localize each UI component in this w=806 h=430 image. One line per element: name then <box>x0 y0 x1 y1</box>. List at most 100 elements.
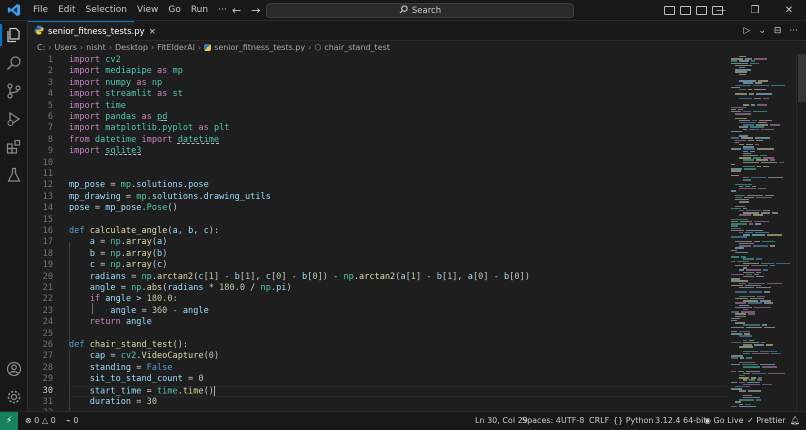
code-token: (): <box>172 340 189 350</box>
scrollbar-thumb[interactable] <box>798 54 806 102</box>
code-line[interactable]: 31 duration = 30 <box>28 397 728 408</box>
breadcrumb-item[interactable]: Users <box>54 43 76 52</box>
code-editor[interactable]: 1 import cv2 2 import mediapipe as mp 3 impor… <box>28 54 728 418</box>
close-tab-icon[interactable]: × <box>149 27 157 37</box>
code-text: import time <box>69 101 126 112</box>
minimap[interactable] <box>729 54 795 411</box>
breadcrumb-item[interactable]: chair_stand_test <box>324 43 390 52</box>
testing-flask-icon[interactable] <box>6 167 22 183</box>
code-line[interactable]: 10 <box>28 158 728 169</box>
code-line[interactable]: 1 import cv2 <box>28 55 728 66</box>
code-text: duration = 30 <box>69 397 157 408</box>
code-line[interactable]: 6 import pandas as pd <box>28 112 728 123</box>
breadcrumb-item[interactable]: Desktop <box>115 43 148 52</box>
menu-item[interactable]: Go <box>163 0 185 21</box>
split-editor-icon[interactable]: ⊟ <box>774 26 782 36</box>
code-line[interactable]: 26 def chair_stand_test(): <box>28 340 728 351</box>
code-line[interactable]: 27 cap = cv2.VideoCapture(0) <box>28 351 728 362</box>
code-line[interactable]: 5 import time <box>28 101 728 112</box>
editor-actions: ▷ ⌄ ⊟ ··· <box>743 21 798 41</box>
menu-item[interactable]: Edit <box>53 0 80 21</box>
notifications-bell-icon[interactable]: 🔔︎ <box>790 412 800 430</box>
code-line[interactable]: 25 <box>28 329 728 340</box>
breadcrumb-item[interactable]: senior_fitness_tests.py <box>214 43 305 52</box>
vertical-scrollbar[interactable] <box>796 54 806 411</box>
code-line[interactable]: 3 import numpy as np <box>28 78 728 89</box>
code-line[interactable]: 4 import streamlit as st <box>28 89 728 100</box>
minimap-line <box>731 108 736 111</box>
ports-indicator[interactable]: ⌁ 0 <box>66 412 78 430</box>
code-line[interactable]: 21 angle = np.abs(radians * 180.0 / np.p… <box>28 283 728 294</box>
menu-item[interactable]: View <box>132 0 163 21</box>
settings-gear-icon[interactable] <box>6 389 22 405</box>
breadcrumb-item[interactable]: C: <box>37 43 45 52</box>
minimap-line <box>760 155 767 157</box>
toggle-panel-icon[interactable] <box>680 6 691 15</box>
code-line[interactable]: 28 standing = False <box>28 363 728 374</box>
code-line[interactable]: 13 mp_drawing = mp.solutions.drawing_util… <box>28 192 728 203</box>
indentation[interactable]: Spaces: 4 <box>522 412 561 430</box>
remote-indicator-icon[interactable]: ⚡ <box>0 412 18 430</box>
code-line[interactable]: 20 radians = np.arctan2(c[1] - b[1], c[0… <box>28 272 728 283</box>
minimap-line <box>740 357 744 359</box>
code-line[interactable]: 24 return angle <box>28 317 728 328</box>
extensions-icon[interactable] <box>6 139 22 155</box>
code-line[interactable]: 12 mp_pose = mp.solutions.pose <box>28 180 728 191</box>
go-live-button[interactable]: ◉ Go Live <box>704 412 744 430</box>
code-token: pandas <box>105 112 137 122</box>
menu-item[interactable]: ··· <box>213 0 232 21</box>
code-line[interactable]: 7 import matplotlib.pyplot as plt <box>28 123 728 134</box>
explorer-icon[interactable] <box>0 24 22 46</box>
search-sidebar-icon[interactable] <box>6 55 22 71</box>
run-debug-icon[interactable] <box>6 111 22 127</box>
end-of-line[interactable]: CRLF <box>589 412 609 430</box>
minimap-line <box>735 322 745 324</box>
run-python-file-icon[interactable]: ▷ <box>743 26 750 36</box>
run-options-chevron-icon[interactable]: ⌄ <box>758 26 766 36</box>
forward-arrow-icon[interactable]: → <box>251 4 260 17</box>
code-line[interactable]: 15 <box>28 215 728 226</box>
line-number: 3 <box>47 77 53 88</box>
code-line[interactable]: 2 import mediapipe as mp <box>28 66 728 77</box>
code-line[interactable]: 30 start_time = time.time() <box>28 385 728 397</box>
minimap-line <box>749 93 754 95</box>
minimap-line <box>731 273 744 276</box>
problems-indicator[interactable]: ⊗ 0 △ 0 <box>25 412 56 430</box>
breadcrumb-item[interactable]: FitElderAI <box>157 43 195 52</box>
prettier-status[interactable]: ✓ Prettier <box>747 412 786 430</box>
minimap-line <box>761 212 770 214</box>
toggle-primary-sidebar-icon[interactable] <box>664 6 675 15</box>
encoding[interactable]: UTF-8 <box>561 412 584 430</box>
breadcrumb-item[interactable]: nisht <box>86 43 106 52</box>
code-line[interactable]: 29 sit_to_stand_count = 0 <box>28 374 728 385</box>
search-input[interactable]: Search <box>266 3 574 18</box>
minimap-line <box>743 177 749 179</box>
source-control-icon[interactable] <box>6 83 22 99</box>
close-window-button[interactable]: ✕ <box>772 0 806 21</box>
code-line[interactable]: 23 angle = 360 - angle <box>28 306 728 317</box>
cursor-position[interactable]: Ln 30, Col 29 <box>475 412 528 430</box>
code-line[interactable]: 19 c = np.array(c) <box>28 260 728 271</box>
python-interpreter[interactable]: 3.12.4 64-bit <box>655 412 707 430</box>
code-line[interactable]: 18 b = np.array(b) <box>28 249 728 260</box>
code-line[interactable]: 11 <box>28 169 728 180</box>
minimap-line <box>731 249 737 251</box>
minimap-line <box>771 353 781 355</box>
menu-item[interactable]: File <box>28 0 53 21</box>
menu-item[interactable]: Run <box>186 0 213 21</box>
minimize-button[interactable]: — <box>704 0 738 21</box>
code-line[interactable]: 9 import sqlite3 <box>28 146 728 157</box>
prettier-label: Prettier <box>756 416 786 425</box>
more-actions-icon[interactable]: ··· <box>789 26 798 36</box>
tab-senior-fitness-tests[interactable]: senior_fitness_tests.py × <box>28 21 156 41</box>
accounts-icon[interactable] <box>6 361 22 377</box>
back-arrow-icon[interactable]: ← <box>232 4 241 17</box>
code-line[interactable]: 8 from datetime import datetime <box>28 135 728 146</box>
code-line[interactable]: 17 a = np.array(a) <box>28 237 728 248</box>
maximize-button[interactable]: ❐ <box>738 0 772 21</box>
code-line[interactable]: 22 if angle > 180.0: <box>28 294 728 305</box>
code-line[interactable]: 16 def calculate_angle(a, b, c): <box>28 226 728 237</box>
menu-item[interactable]: Selection <box>81 0 132 21</box>
language-mode[interactable]: {} Python <box>613 412 653 430</box>
code-line[interactable]: 14 pose = mp_pose.Pose() <box>28 203 728 214</box>
